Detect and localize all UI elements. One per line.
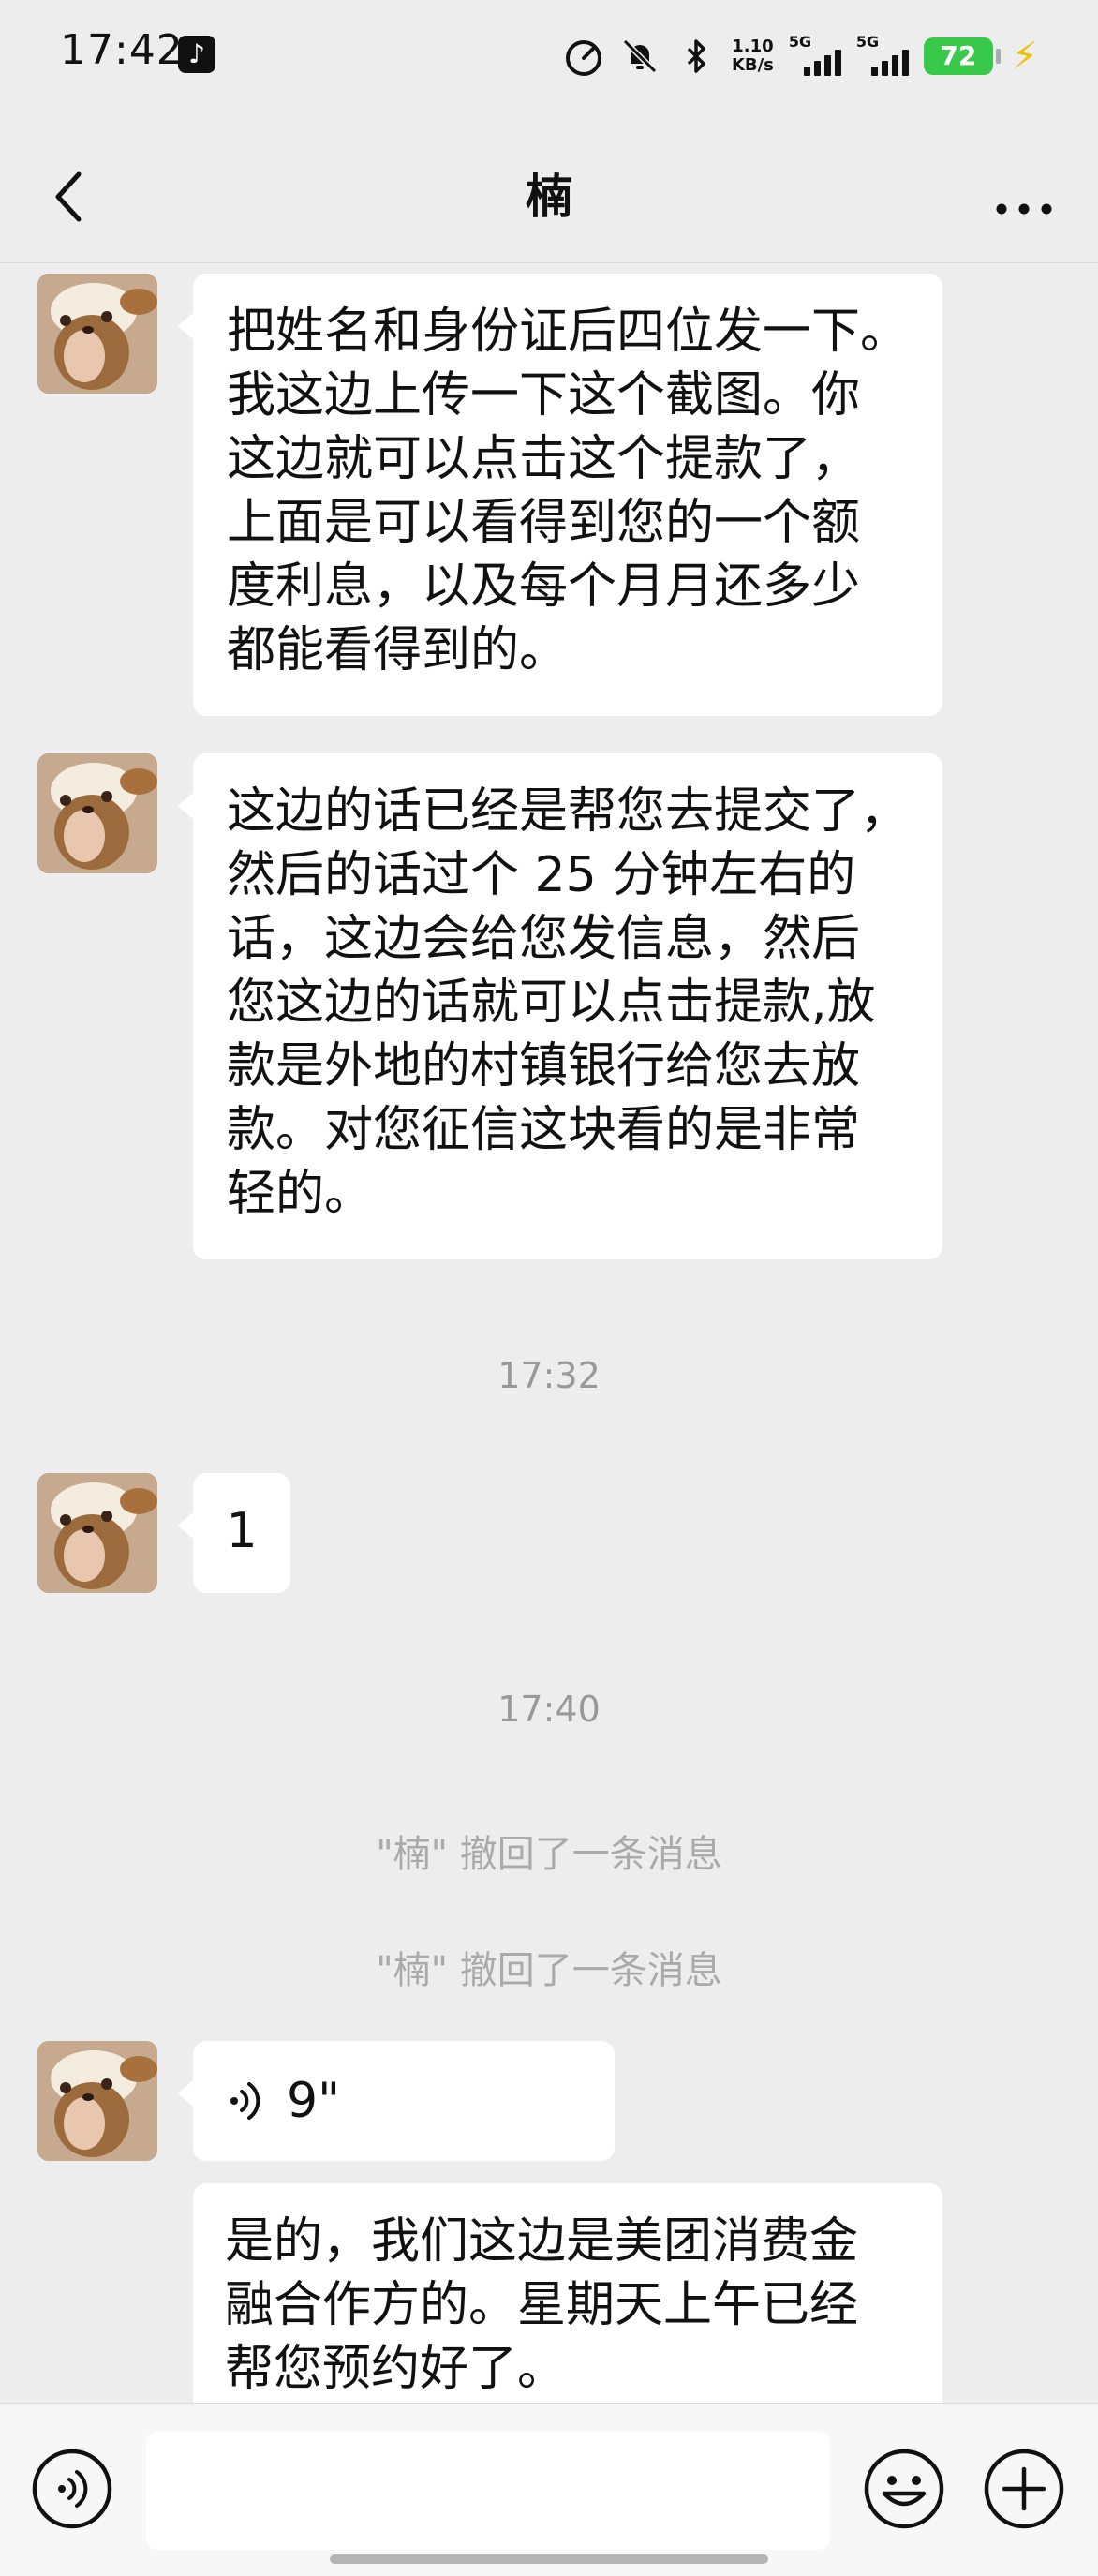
tiktok-icon: ♪ [178, 36, 215, 73]
signal-bars-icon [870, 50, 909, 76]
message-line: 上面是可以看得到您的一个额 [227, 495, 861, 551]
message-bubble[interactable]: 是的，我们这边是美团消费金 融合作方的。星期天上午已经 帮您预约好了。 [193, 2183, 942, 2403]
bluetooth-icon [687, 39, 705, 73]
avatar-image [37, 2041, 157, 2161]
message-line: 轻的。 [227, 1166, 374, 1222]
input-bar [0, 2403, 1098, 2576]
avatar[interactable] [37, 274, 157, 394]
avatar-image [37, 1473, 157, 1593]
message-line: 这边就可以点击这个提款了， [227, 431, 861, 487]
message-timestamp: 17:40 [497, 1689, 601, 1730]
voice-duration: 9" [287, 2073, 341, 2129]
message-line: 把姓名和身份证后四位发一下。 [227, 304, 910, 360]
avatar-image [37, 274, 157, 394]
message-line: 都能看得到的。 [227, 622, 569, 678]
status-icons: 1.10 KB/s 5G 5G 72 ⚡ [563, 28, 1038, 84]
status-time: 17:42 [60, 26, 184, 74]
chat-title: 楠 [526, 170, 572, 224]
charging-icon: ⚡ [1011, 35, 1038, 78]
signal-strength-2: 5G [856, 33, 909, 80]
message-list[interactable]: 把姓名和身份证后四位发一下。 我这边上传一下这个截图。你 这边就可以点击这个提款… [0, 262, 1098, 2403]
message-line: 帮您预约好了。 [225, 2341, 567, 2397]
chat-header: 楠 [0, 112, 1098, 263]
mute-bell-icon [622, 38, 658, 74]
message-line: 然后的话过个 25 分钟左右的 [227, 847, 856, 903]
message-line: 话，这边会给您发信息，然后 [227, 911, 861, 967]
avatar[interactable] [37, 2041, 157, 2161]
voice-wave-icon [230, 2082, 260, 2120]
message-bubble[interactable]: 把姓名和身份证后四位发一下。 我这边上传一下这个截图。你 这边就可以点击这个提款… [178, 274, 942, 716]
message-input[interactable] [146, 2432, 830, 2550]
message-line: 款是外地的村镇银行给您去放 [227, 1038, 861, 1094]
message-line: 这边的话已经是帮您去提交了， [227, 783, 910, 840]
more-options-icon[interactable] [991, 176, 1057, 242]
battery-level: 72 [923, 37, 1001, 75]
message-line: 度利息，以及每个月月还多少 [227, 558, 861, 615]
signal-bars-icon [803, 50, 841, 76]
signal-1-label: 5G [788, 33, 812, 51]
speedometer-icon [565, 40, 601, 76]
message-line: 款。对您征信这块看的是非常 [227, 1102, 861, 1158]
voice-message-bubble[interactable]: 9" [178, 2041, 615, 2161]
status-bar: 17:42 ♪ 1.10 KB/s 5G 5G 72 ⚡ [0, 0, 1098, 112]
add-plus-icon[interactable] [982, 2447, 1066, 2531]
message-line: 是的，我们这边是美团消费金 [225, 2213, 859, 2270]
avatar[interactable] [37, 753, 157, 873]
recall-notice: "楠" 撤回了一条消息 [376, 1949, 722, 1992]
message-line: 您这边的话就可以点击提款,放 [227, 975, 876, 1031]
message-line: 我这边上传一下这个截图。你 [227, 367, 861, 424]
voice-input-icon[interactable] [30, 2447, 114, 2531]
avatar-image [37, 753, 157, 873]
signal-strength-1: 5G [789, 33, 841, 80]
message-line: 1 [226, 1503, 258, 1559]
emoji-icon[interactable] [862, 2447, 946, 2531]
message-bubble[interactable]: 1 [178, 1473, 290, 1593]
home-indicator[interactable] [330, 2554, 768, 2564]
message-timestamp: 17:32 [497, 1355, 601, 1396]
network-speed: 1.10 KB/s [732, 37, 774, 75]
avatar[interactable] [37, 1473, 157, 1593]
signal-2-label: 5G [855, 33, 880, 51]
message-line: 融合作方的。星期天上午已经 [225, 2277, 859, 2333]
recall-notice: "楠" 撤回了一条消息 [376, 1833, 722, 1876]
network-speed-value: 1.10 [732, 37, 774, 56]
message-bubble[interactable]: 这边的话已经是帮您去提交了， 然后的话过个 25 分钟左右的 话，这边会给您发信… [178, 753, 942, 1259]
network-speed-unit: KB/s [731, 55, 774, 75]
